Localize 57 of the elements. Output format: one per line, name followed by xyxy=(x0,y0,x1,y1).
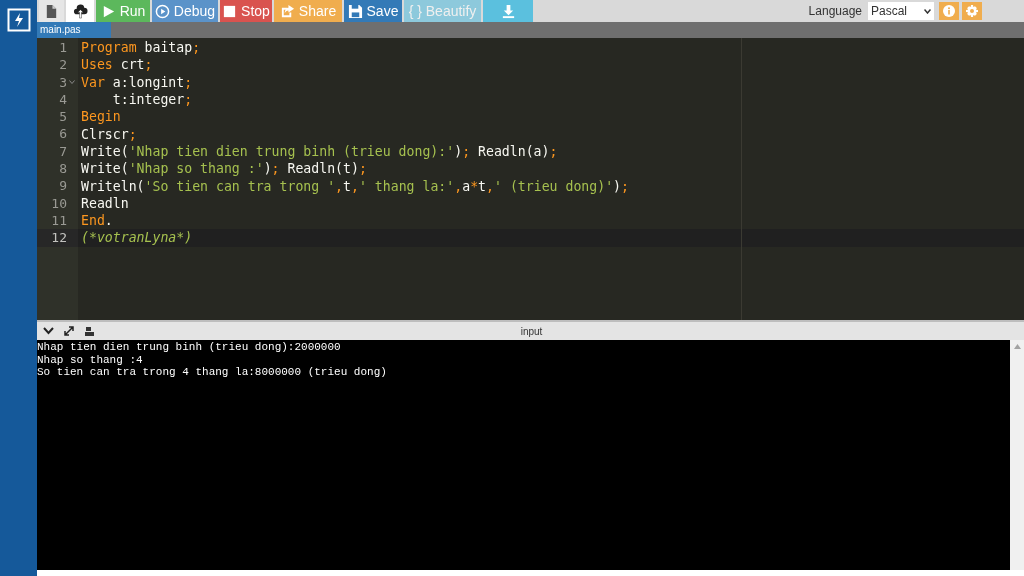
line-number: 11 xyxy=(51,211,67,230)
line-number: 3 xyxy=(59,73,67,92)
settings-button[interactable] xyxy=(962,2,982,20)
download-icon xyxy=(500,3,516,19)
file-icon xyxy=(44,3,59,19)
code-line: Readln xyxy=(81,194,129,212)
scroll-up-icon[interactable] xyxy=(1013,344,1021,349)
share-icon xyxy=(279,3,295,19)
line-number: 7 xyxy=(59,142,67,161)
caret-icon xyxy=(924,8,931,14)
expand-icon[interactable] xyxy=(64,326,74,336)
console-title: input xyxy=(519,324,544,339)
line-number: 2 xyxy=(59,56,67,75)
file-tab[interactable]: main.pas xyxy=(37,22,111,38)
upload-button[interactable] xyxy=(66,0,94,22)
stop-button[interactable]: Stop xyxy=(220,0,272,22)
line-number: 5 xyxy=(59,108,67,127)
code-line: Write('Nhap tien dien trung binh (trieu dong):'); Readln(a); xyxy=(81,142,558,160)
fold-caret-icon[interactable] xyxy=(69,79,75,86)
code-line: Program baitap; xyxy=(81,39,201,57)
run-button[interactable]: Run xyxy=(96,0,150,22)
code-line: Begin xyxy=(81,108,121,126)
scrollbar[interactable] xyxy=(1010,340,1024,570)
code-editor[interactable] xyxy=(37,38,1024,320)
clear-console-icon[interactable] xyxy=(84,325,95,337)
code-line: Uses crt; xyxy=(81,56,153,74)
console-line: Nhap so thang :4 xyxy=(37,353,144,366)
code-comment: (*votranLyna*) xyxy=(81,229,193,247)
debug-button[interactable]: Debug xyxy=(152,0,218,22)
console-line: So tien can tra trong 4 thang la:8000000 (trieu dong) xyxy=(37,366,388,379)
language-label: Language xyxy=(808,3,862,20)
line-number: 4 xyxy=(59,90,67,109)
info-button[interactable] xyxy=(939,2,959,20)
upload-cloud-icon xyxy=(72,3,88,19)
language-select[interactable]: Pascal xyxy=(868,2,934,20)
line-number: 8 xyxy=(59,160,67,178)
console-line: Nhap tien dien trung binh (trieu dong):2000000 xyxy=(37,341,342,354)
info-icon xyxy=(943,5,955,17)
code-line: Write('Nhap so thang :'); Readln(t); xyxy=(81,160,367,178)
line-number: 6 xyxy=(59,125,67,144)
line-number: 10 xyxy=(51,194,67,213)
code-line: t:integer; xyxy=(111,91,193,109)
code-line: Writeln('So tien can tra trong ',t,' thang la:',a*t,' (trieu dong)'); xyxy=(81,177,629,195)
play-circle-icon xyxy=(154,3,170,19)
line-number: 1 xyxy=(59,38,67,57)
code-line: End. xyxy=(81,212,113,230)
download-button[interactable] xyxy=(483,0,533,22)
line-number: 9 xyxy=(59,177,67,196)
code-line: Clrscr; xyxy=(81,125,137,143)
save-button[interactable]: Save xyxy=(344,0,402,22)
new-file-button[interactable] xyxy=(39,0,64,22)
code-line: Var a:longint; xyxy=(81,73,193,91)
stop-icon xyxy=(222,3,238,19)
logo-icon[interactable] xyxy=(6,8,31,32)
line-number: 12 xyxy=(51,229,67,248)
collapse-icon[interactable] xyxy=(43,327,54,335)
settings-icon xyxy=(966,5,978,17)
